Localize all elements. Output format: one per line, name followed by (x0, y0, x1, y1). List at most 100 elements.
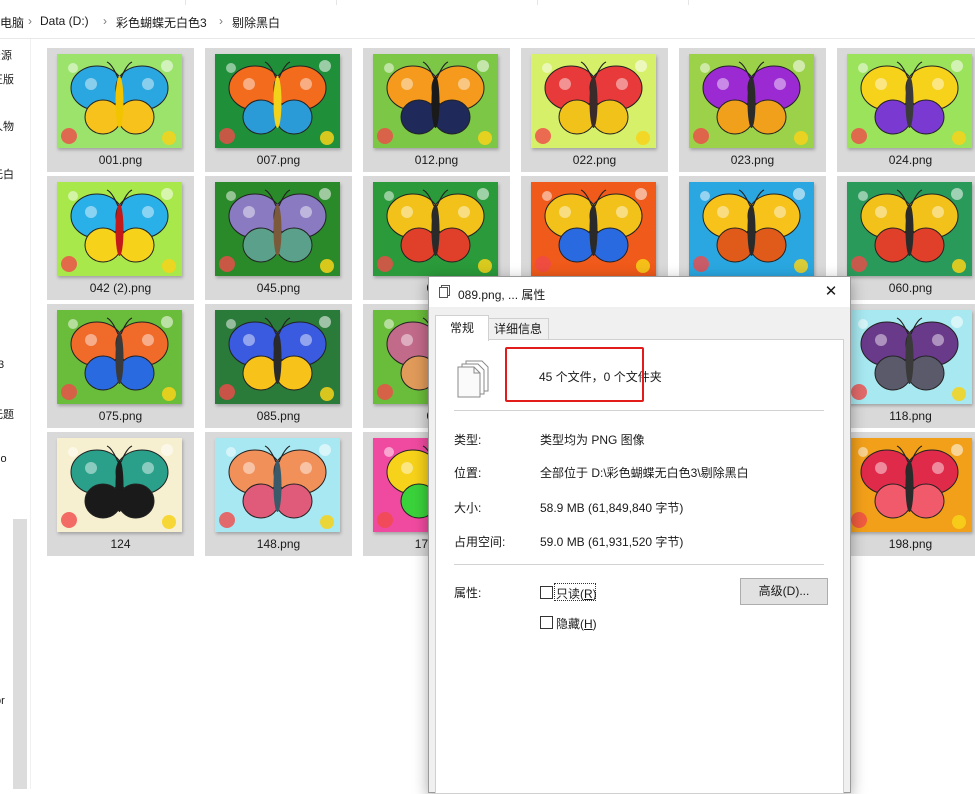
breadcrumb-item-subfolder[interactable]: 剔除黑白 (232, 14, 280, 31)
file-name: 012.png (414, 153, 459, 167)
size-label: 大小: (454, 501, 482, 515)
breadcrumb-item-drive[interactable]: Data (D:) (40, 14, 89, 28)
nav-item[interactable]: 无白 (0, 166, 14, 182)
butterfly-thumbnail (847, 182, 972, 276)
butterfly-thumbnail (215, 438, 340, 532)
file-tile[interactable]: 022.png (521, 48, 668, 172)
file-name: 007.png (256, 153, 301, 167)
file-name: 045.png (256, 281, 301, 295)
file-name: 085.png (256, 409, 301, 423)
butterfly-thumbnail (57, 54, 182, 148)
butterfly-thumbnail (847, 438, 972, 532)
thumbnail-image (373, 54, 498, 148)
butterfly-thumbnail (215, 182, 340, 276)
thumbnail-image (215, 438, 340, 532)
hidden-label[interactable]: 隐藏(H) (556, 615, 597, 632)
properties-dialog: 089.png, ... 属性 ✕ 常规 详细信息 45 个文件，0 个文件夹 … (428, 276, 851, 794)
nav-item[interactable]: 无题 (0, 406, 14, 422)
butterfly-thumbnail (215, 310, 340, 404)
breadcrumb-separator[interactable]: › (219, 14, 223, 28)
butterfly-thumbnail (689, 54, 814, 148)
nav-item[interactable]: nlo (0, 453, 7, 465)
breadcrumb: 电脑 › Data (D:) › 彩色蝴蝶无白色3 › 剔除黑白 (0, 6, 975, 39)
file-tile[interactable]: 118.png (837, 304, 975, 428)
butterfly-thumbnail (689, 182, 814, 276)
file-tile[interactable]: 001.png (47, 48, 194, 172)
file-tile[interactable]: 007.png (205, 48, 352, 172)
size-on-disk-label: 占用空间: (454, 535, 506, 549)
type-value: 类型均为 PNG 图像 (540, 433, 645, 447)
thumbnail-image (215, 54, 340, 148)
butterfly-thumbnail (373, 54, 498, 148)
file-name: 198.png (888, 537, 933, 551)
general-panel: 45 个文件，0 个文件夹 类型: 类型均为 PNG 图像 位置: 全部位于 D… (435, 339, 844, 794)
file-tile[interactable]: 042 (2).png (47, 176, 194, 300)
thumbnail-image (57, 182, 182, 276)
file-name: 148.png (256, 537, 301, 551)
tab-details[interactable]: 详细信息 (487, 318, 549, 340)
breadcrumb-separator[interactable]: › (103, 14, 107, 28)
location-value: 全部位于 D:\彩色蝴蝶无白色3\剔除黑白 (540, 466, 749, 480)
thumbnail-image (847, 182, 972, 276)
thumbnail-image (531, 54, 656, 148)
nav-scrollbar[interactable] (13, 519, 27, 789)
butterfly-thumbnail (373, 182, 498, 276)
breadcrumb-item-pc[interactable]: 电脑 (0, 14, 24, 31)
butterfly-thumbnail (847, 54, 972, 148)
file-name: 024.png (888, 153, 933, 167)
red-highlight-box (505, 347, 644, 402)
thumbnail-image (531, 182, 656, 276)
butterfly-thumbnail (57, 182, 182, 276)
file-name: 022.png (572, 153, 617, 167)
nav-item[interactable]: 3 (0, 359, 4, 371)
thumbnail-image (847, 310, 972, 404)
file-tile[interactable]: 124 (47, 432, 194, 556)
file-name: 075.png (98, 409, 143, 423)
file-tile[interactable]: 012.png (363, 48, 510, 172)
type-label: 类型: (454, 433, 482, 447)
nav-item[interactable]: for (0, 695, 5, 707)
nav-item[interactable]: 资源 (0, 47, 12, 63)
thumbnail-image (57, 438, 182, 532)
readonly-label[interactable]: 只读(R) (556, 585, 597, 602)
thumbnail-image (57, 54, 182, 148)
thumbnail-image (847, 54, 972, 148)
file-icon (439, 285, 450, 298)
navigation-pane: 资源 正版 人物 无白 3 无题 nlo ) for (0, 39, 30, 789)
file-name: 001.png (98, 153, 143, 167)
attributes-label: 属性: (454, 586, 482, 600)
size-value: 58.9 MB (61,849,840 字节) (540, 501, 684, 515)
dialog-titlebar[interactable]: 089.png, ... 属性 ✕ (429, 277, 850, 307)
thumbnail-image (373, 182, 498, 276)
close-button[interactable]: ✕ (821, 283, 841, 301)
hidden-checkbox[interactable] (540, 616, 553, 629)
breadcrumb-separator[interactable]: › (28, 14, 32, 28)
size-on-disk-value: 59.0 MB (61,931,520 字节) (540, 535, 684, 549)
file-tile[interactable]: 198.png (837, 432, 975, 556)
advanced-button[interactable]: 高级(D)... (740, 578, 828, 605)
file-tile[interactable]: 075.png (47, 304, 194, 428)
file-tile[interactable]: 024.png (837, 48, 975, 172)
file-name: 118.png (889, 409, 932, 423)
divider (454, 410, 824, 411)
divider (454, 564, 824, 565)
file-tile[interactable]: 045.png (205, 176, 352, 300)
file-name: 060.png (888, 281, 933, 295)
file-tile[interactable]: 023.png (679, 48, 826, 172)
readonly-checkbox[interactable] (540, 586, 553, 599)
file-name: 023.png (730, 153, 775, 167)
thumbnail-image (689, 54, 814, 148)
file-tile[interactable]: 060.png (837, 176, 975, 300)
butterfly-thumbnail (57, 438, 182, 532)
pane-divider[interactable] (30, 39, 31, 789)
tab-general[interactable]: 常规 (435, 315, 489, 341)
thumbnail-image (689, 182, 814, 276)
nav-item[interactable]: 正版 (0, 71, 14, 87)
breadcrumb-item-folder[interactable]: 彩色蝴蝶无白色3 (116, 14, 207, 31)
location-label: 位置: (454, 466, 482, 480)
file-tile[interactable]: 085.png (205, 304, 352, 428)
nav-item[interactable]: 人物 (0, 118, 14, 134)
thumbnail-image (57, 310, 182, 404)
butterfly-thumbnail (531, 182, 656, 276)
file-tile[interactable]: 148.png (205, 432, 352, 556)
